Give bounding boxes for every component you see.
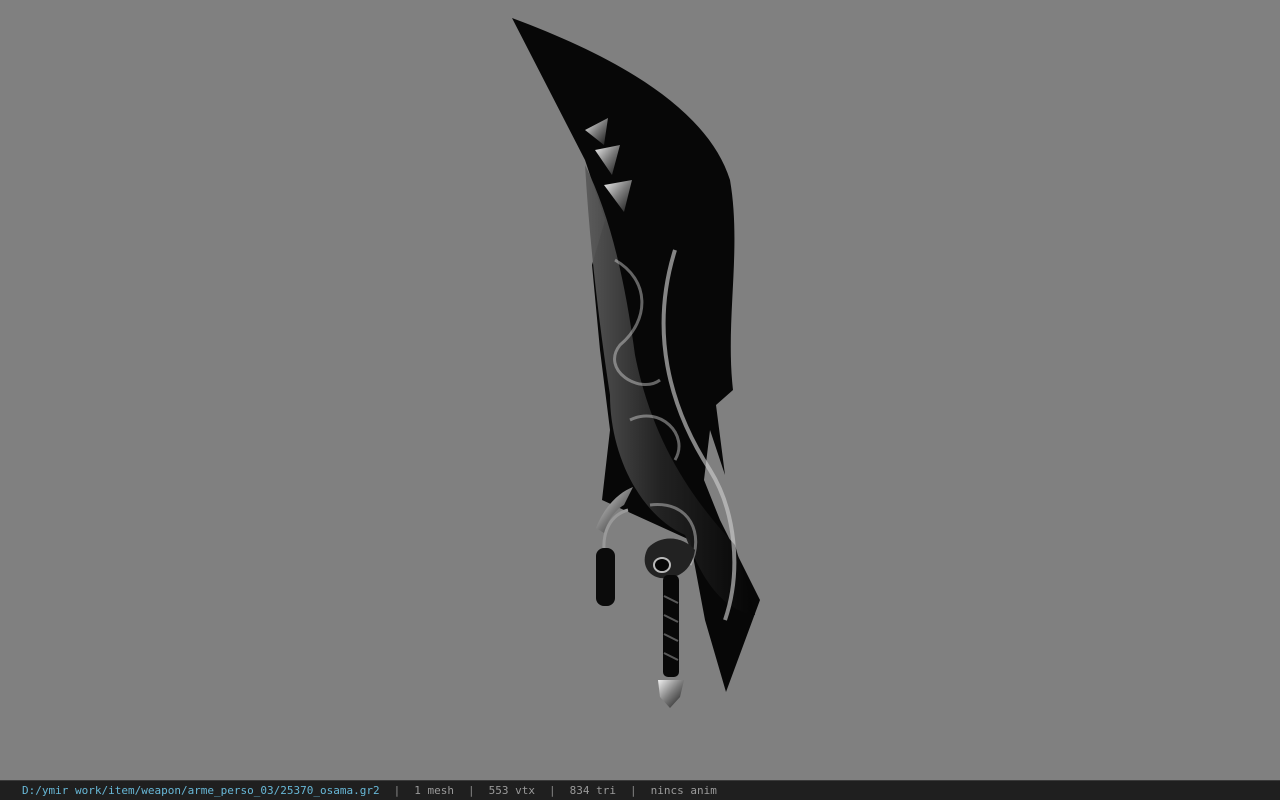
mesh-count: 1 mesh: [414, 784, 454, 797]
pommel: [658, 680, 684, 708]
status-separator: |: [468, 784, 475, 797]
vertex-count: 553 vtx: [488, 784, 535, 797]
sword-model[interactable]: [0, 0, 1280, 780]
tassel: [596, 548, 615, 606]
guard-gem: [653, 557, 671, 573]
handle: [663, 575, 679, 677]
status-bar: D:/ymir work/item/weapon/arme_perso_03/2…: [0, 780, 1280, 800]
status-separator: |: [393, 784, 401, 797]
animation-status: nincs anim: [650, 784, 717, 797]
guard: [644, 538, 695, 579]
status-separator: |: [629, 784, 637, 797]
model-viewport[interactable]: [0, 0, 1280, 780]
triangle-count: 834 tri: [569, 784, 616, 797]
file-path: D:/ymir work/item/weapon/arme_perso_03/2…: [22, 784, 380, 797]
status-separator: |: [548, 784, 556, 797]
